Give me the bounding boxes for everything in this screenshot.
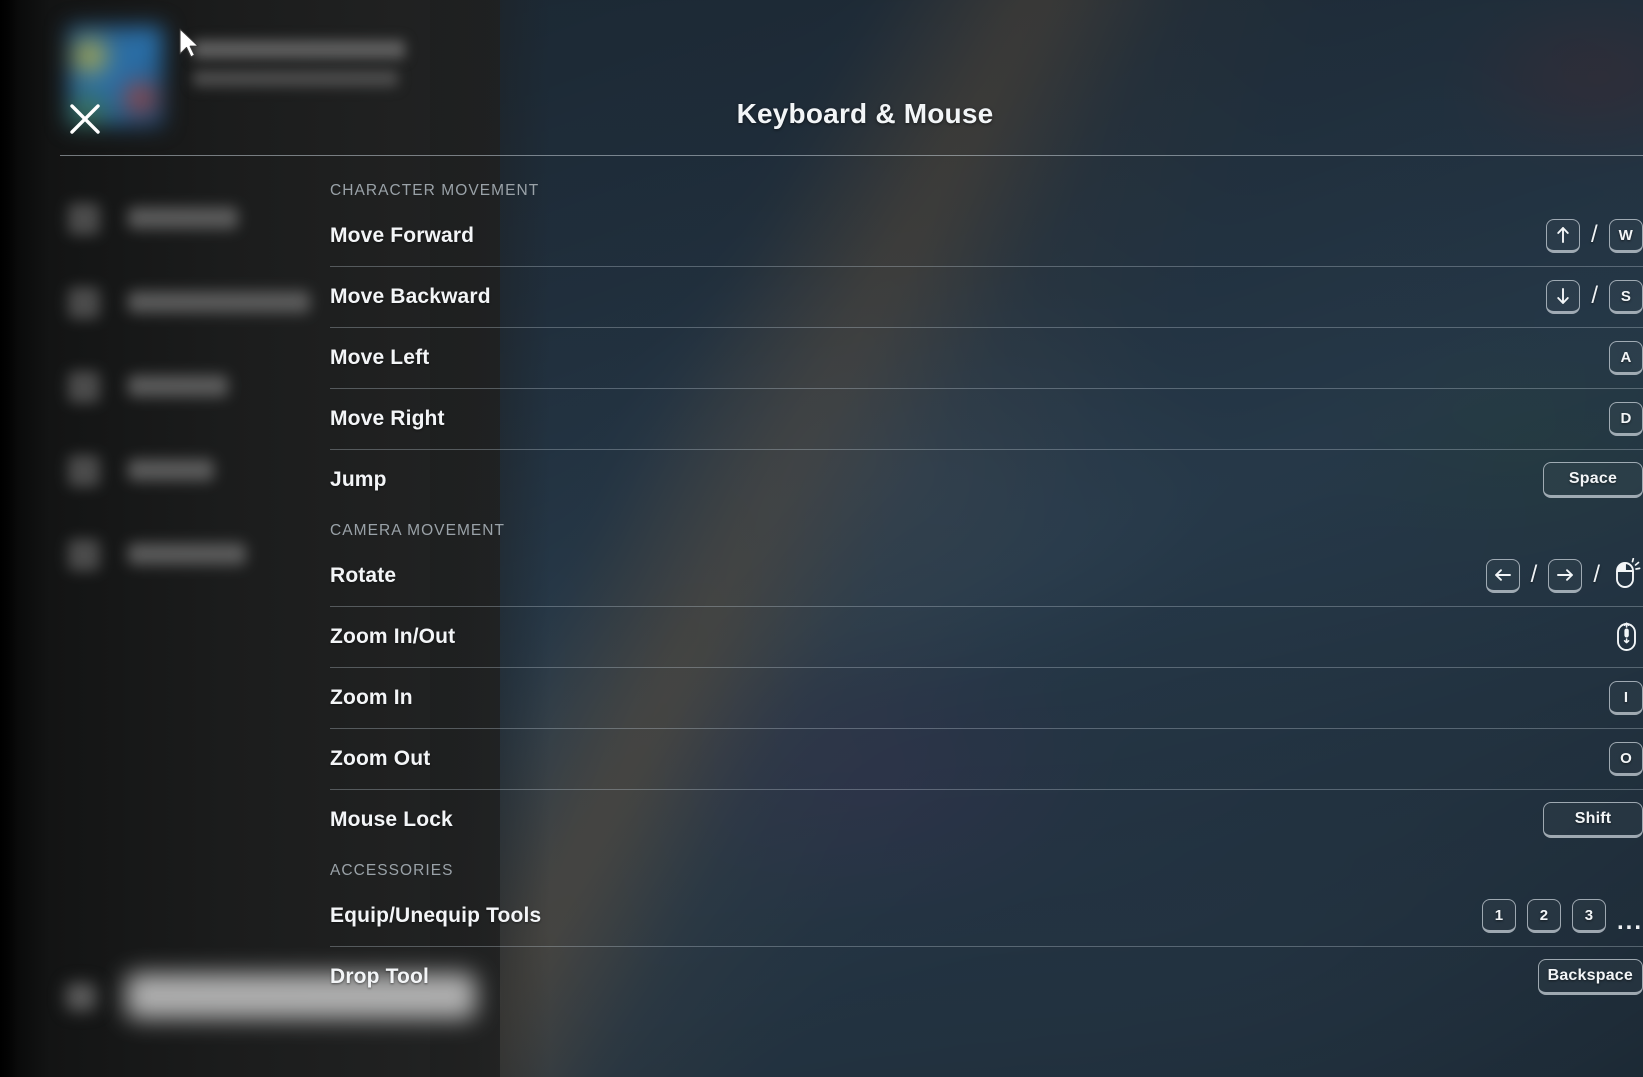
mouse-scroll-wheel-icon[interactable] <box>1613 620 1643 654</box>
page-title: Keyboard & Mouse <box>736 98 994 129</box>
keybinding-values: / / <box>1485 558 1643 594</box>
bind-separator: / <box>1530 561 1538 588</box>
keybinding-row[interactable]: Zoom In I <box>330 668 1643 729</box>
keybinding-row[interactable]: Equip/Unequip Tools 1 2 3... <box>330 886 1643 947</box>
keybinding-row[interactable]: Rotate / / <box>330 546 1643 607</box>
mouse-right-click-icon[interactable] <box>1611 558 1643 594</box>
arrow-right-key-icon[interactable] <box>1548 559 1583 593</box>
keybinding-row[interactable]: Zoom Out O <box>330 729 1643 790</box>
keybinding-values: Backspace <box>1537 959 1643 995</box>
keybinding-values: A <box>1609 341 1643 375</box>
keybinding-label: Zoom Out <box>330 747 431 770</box>
keybinding-values: 1 2 3... <box>1481 899 1643 935</box>
keybinding-label: Zoom In <box>330 686 413 709</box>
close-button[interactable] <box>62 96 108 142</box>
key-cap-shift[interactable]: Shift <box>1543 802 1643 838</box>
settings-overlay: Keyboard & Mouse CHARACTER MOVEMENT Move … <box>0 0 1643 1077</box>
keybinding-row[interactable]: Jump Space <box>330 450 1643 510</box>
sidebar-item-1-label <box>128 207 238 229</box>
keybinding-row[interactable]: Move Left A <box>330 328 1643 389</box>
main-panel: Keyboard & Mouse CHARACTER MOVEMENT Move … <box>60 0 1643 1077</box>
sidebar-item-2-icon <box>68 287 100 319</box>
sidebar-item-3-label <box>128 375 228 397</box>
section-heading: CHARACTER MOVEMENT <box>330 182 540 199</box>
keybinding-label: Zoom In/Out <box>330 625 456 648</box>
arrow-down-key-icon[interactable] <box>1546 280 1581 314</box>
key-cap-d[interactable]: D <box>1609 402 1643 436</box>
keybinding-values: O <box>1609 742 1643 776</box>
sidebar-item-5-icon <box>68 539 100 571</box>
keybinding-values: D <box>1609 402 1643 436</box>
sidebar-item-selected-icon <box>66 983 96 1011</box>
keybinding-label: Drop Tool <box>330 965 429 988</box>
keybinding-label: Move Right <box>330 407 445 430</box>
keybinding-label: Move Forward <box>330 224 475 247</box>
keybinding-values <box>1613 620 1643 654</box>
header-divider <box>60 155 1643 156</box>
key-cap-space[interactable]: Space <box>1543 462 1643 498</box>
arrow-up-key-icon[interactable] <box>1545 219 1580 253</box>
key-cap-a[interactable]: A <box>1609 341 1643 375</box>
close-icon <box>66 100 104 138</box>
keybinding-list: CHARACTER MOVEMENT Move Forward / W Move Bac… <box>330 170 1643 1007</box>
keybinding-label: Mouse Lock <box>330 808 453 831</box>
keybinding-row[interactable]: Mouse Lock Shift <box>330 790 1643 850</box>
sidebar-item-5-label <box>128 543 246 565</box>
keybinding-label: Move Backward <box>330 285 491 308</box>
key-cap-w[interactable]: W <box>1608 219 1643 253</box>
sidebar-item-4-icon <box>68 455 100 487</box>
profile-text-blurred <box>193 40 405 98</box>
section-heading: CAMERA MOVEMENT <box>330 522 506 539</box>
key-cap-i[interactable]: I <box>1609 681 1643 715</box>
bind-separator: / <box>1590 221 1598 248</box>
keybinding-row[interactable]: Drop Tool Backspace <box>330 947 1643 1007</box>
key-cap-3[interactable]: 3 <box>1571 899 1606 933</box>
key-cap-s[interactable]: S <box>1609 280 1643 314</box>
section-heading: ACCESSORIES <box>330 862 454 879</box>
keybinding-row[interactable]: Move Right D <box>330 389 1643 450</box>
key-cap-2[interactable]: 2 <box>1526 899 1561 933</box>
sidebar-item-1-icon <box>68 203 100 235</box>
keybinding-label: Rotate <box>330 564 397 587</box>
keybinding-values: / S <box>1546 280 1643 314</box>
key-cap-backspace[interactable]: Backspace <box>1537 959 1643 995</box>
keybinding-label: Equip/Unequip Tools <box>330 904 542 927</box>
keybinding-row[interactable]: Move Backward / S <box>330 267 1643 328</box>
keybinding-label: Jump <box>330 468 387 491</box>
sidebar-item-4-label <box>128 459 214 481</box>
sidebar-item-3-icon <box>68 371 100 403</box>
keybinding-values: / W <box>1545 219 1643 253</box>
keybinding-values: Shift <box>1543 802 1643 838</box>
profile-line-1 <box>193 40 405 59</box>
more-keys-ellipsis: ... <box>1616 908 1643 935</box>
keybinding-values: I <box>1609 681 1643 715</box>
keybinding-values: Space <box>1543 462 1643 498</box>
bind-separator: / <box>1593 561 1600 588</box>
key-cap-1[interactable]: 1 <box>1481 899 1516 933</box>
key-cap-o[interactable]: O <box>1609 742 1643 776</box>
keybinding-label: Move Left <box>330 346 430 369</box>
arrow-left-key-icon[interactable] <box>1485 559 1520 593</box>
keybinding-row[interactable]: Zoom In/Out <box>330 607 1643 668</box>
keybinding-row[interactable]: Move Forward / W <box>330 206 1643 267</box>
bind-separator: / <box>1591 282 1598 309</box>
profile-header <box>68 26 424 126</box>
profile-line-2 <box>193 70 398 87</box>
sidebar-item-2-label <box>128 291 310 313</box>
